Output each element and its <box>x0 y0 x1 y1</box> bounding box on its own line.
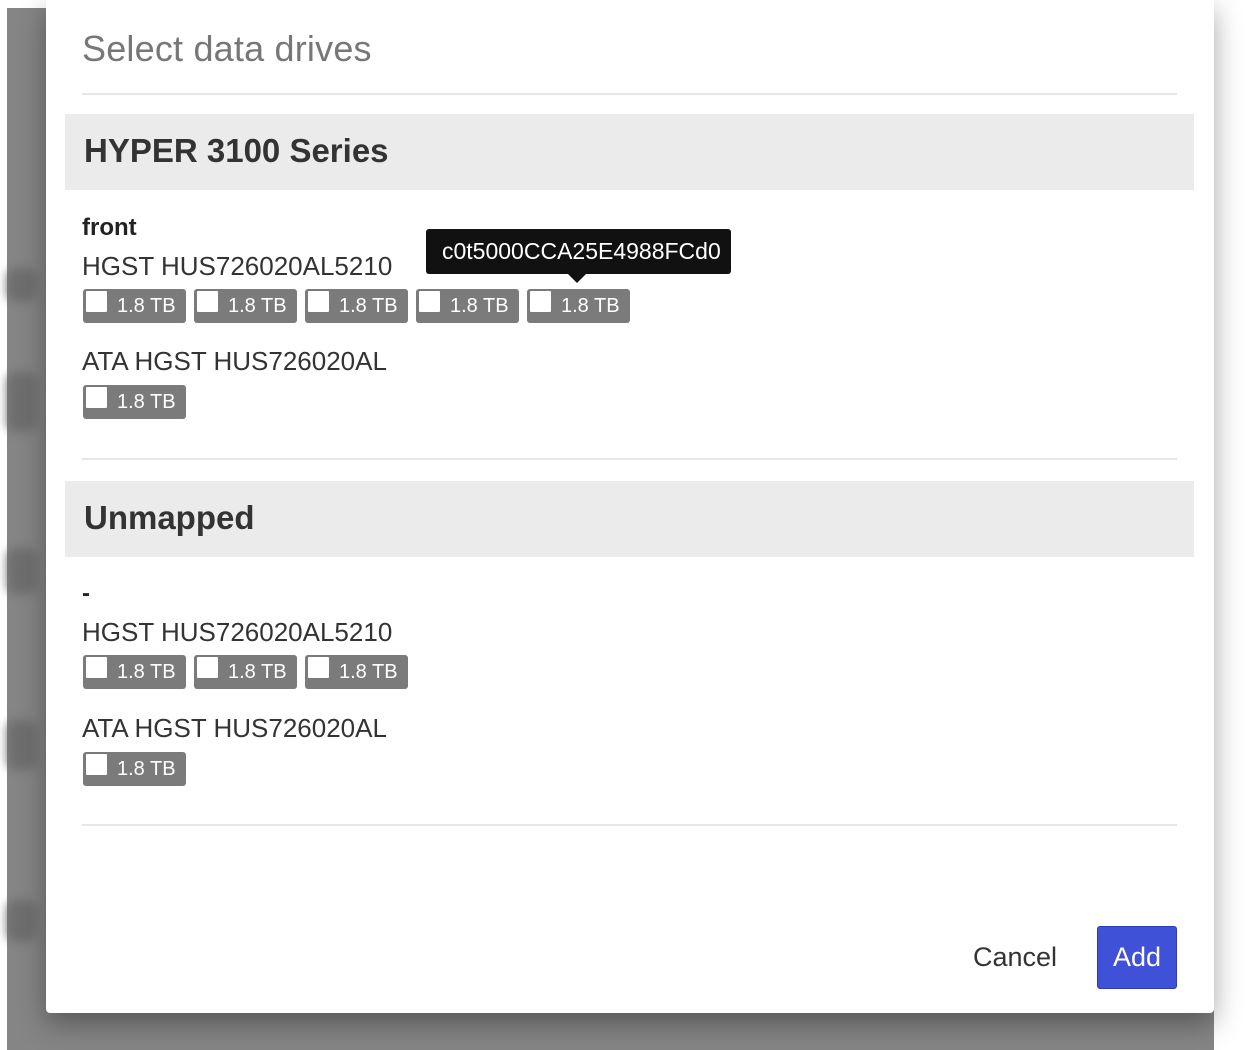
disk-chip[interactable]: 1.8 TB <box>83 289 186 323</box>
disk-checkbox[interactable] <box>86 291 107 312</box>
disk-size: 1.8 TB <box>450 295 509 317</box>
disk-chip[interactable]: 1.8 TB <box>83 752 186 786</box>
disk-chip[interactable]: 1.8 TB <box>305 289 408 323</box>
divider <box>82 93 1177 95</box>
disk-checkbox[interactable] <box>530 291 551 312</box>
disk-size: 1.8 TB <box>228 661 287 683</box>
disk-id-tooltip: c0t5000CCA25E4988FCd0 <box>426 229 731 283</box>
background-content-blur <box>7 900 37 942</box>
disk-checkbox[interactable] <box>197 657 218 678</box>
disk-checkbox[interactable] <box>308 657 329 678</box>
disk-size: 1.8 TB <box>117 391 176 413</box>
disk-checkbox[interactable] <box>86 754 107 775</box>
group-header-unmapped: Unmapped <box>65 481 1194 557</box>
disk-size: 1.8 TB <box>339 661 398 683</box>
disk-chip[interactable]: 1.8 TB <box>83 655 186 689</box>
disk-chip-hovered[interactable]: 1.8 TB <box>527 289 630 323</box>
drive-model-label: ATA HGST HUS726020AL <box>82 346 387 376</box>
disk-chip[interactable]: 1.8 TB <box>83 385 186 419</box>
disk-size: 1.8 TB <box>117 758 176 780</box>
disk-checkbox[interactable] <box>86 657 107 678</box>
disk-chip[interactable]: 1.8 TB <box>305 655 408 689</box>
disk-row: 1.8 TB 1.8 TB 1.8 TB <box>83 655 408 689</box>
background-content-blur <box>7 548 37 594</box>
background-content-blur <box>7 372 37 432</box>
dialog-title: Select data drives <box>82 28 372 69</box>
group-title: HYPER 3100 Series <box>84 132 389 169</box>
group-title: Unmapped <box>84 499 255 536</box>
disk-size: 1.8 TB <box>339 295 398 317</box>
disk-checkbox[interactable] <box>419 291 440 312</box>
disk-checkbox[interactable] <box>197 291 218 312</box>
divider <box>82 824 1177 826</box>
disk-chip[interactable]: 1.8 TB <box>416 289 519 323</box>
disk-chip[interactable]: 1.8 TB <box>194 289 297 323</box>
location-label: front <box>82 214 137 241</box>
location-label: - <box>82 580 90 607</box>
tooltip-arrow <box>567 273 587 283</box>
cancel-button[interactable]: Cancel <box>960 926 1070 988</box>
disk-row: 1.8 TB 1.8 TB 1.8 TB 1.8 TB 1.8 TB <box>83 289 630 323</box>
divider <box>82 458 1177 460</box>
disk-checkbox[interactable] <box>86 387 107 408</box>
drive-model-label: HGST HUS726020AL5210 <box>82 617 393 647</box>
drive-model-label: HGST HUS726020AL5210 <box>82 251 393 281</box>
group-header-hyper-3100: HYPER 3100 Series <box>65 114 1194 190</box>
tooltip-text: c0t5000CCA25E4988FCd0 <box>442 238 721 264</box>
background-content-blur <box>7 720 37 770</box>
disk-row: 1.8 TB <box>83 385 186 419</box>
disk-size: 1.8 TB <box>117 295 176 317</box>
disk-row: 1.8 TB <box>83 752 186 786</box>
disk-chip[interactable]: 1.8 TB <box>194 655 297 689</box>
disk-size: 1.8 TB <box>228 295 287 317</box>
disk-size: 1.8 TB <box>117 661 176 683</box>
disk-size: 1.8 TB <box>561 295 620 317</box>
select-data-drives-dialog: Select data drives HYPER 3100 Series fro… <box>46 0 1214 1013</box>
add-button[interactable]: Add <box>1097 926 1177 989</box>
drive-model-label: ATA HGST HUS726020AL <box>82 713 387 743</box>
background-content-blur <box>7 268 37 302</box>
disk-checkbox[interactable] <box>308 291 329 312</box>
